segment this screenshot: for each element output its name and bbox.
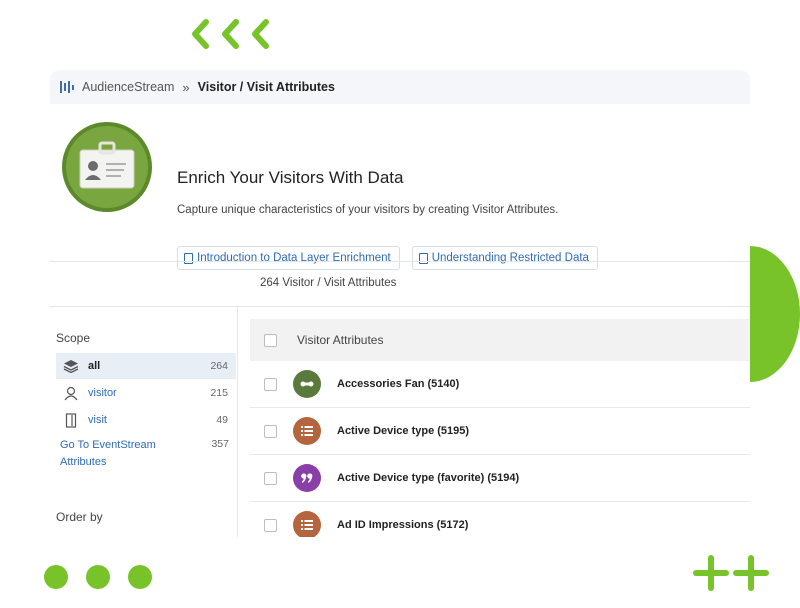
list-item[interactable]: Accessories Fan (5140) <box>250 361 750 408</box>
row-label: Active Device type (5195) <box>337 425 470 437</box>
breadcrumb-separator-icon: » <box>182 79 190 95</box>
attributes-list: Visitor Attributes Accessories Fan (5140… <box>250 319 750 537</box>
row-checkbox[interactable] <box>264 424 277 438</box>
row-label: Active Device type (favorite) (5194) <box>337 472 520 484</box>
scope-count: 264 <box>210 360 228 372</box>
chevrons-decoration-icon <box>192 19 269 49</box>
breadcrumb-app[interactable]: AudienceStream <box>82 80 174 94</box>
eventstream-count: 357 <box>211 438 229 450</box>
person-icon <box>62 386 80 401</box>
page-title: Enrich Your Visitors With Data <box>177 168 404 187</box>
scope-count: 215 <box>210 387 228 399</box>
badge-icon <box>293 370 321 398</box>
order-by-title: Order by <box>56 510 103 524</box>
list-icon <box>293 511 321 537</box>
row-checkbox[interactable] <box>264 377 277 391</box>
row-label: Accessories Fan (5140) <box>337 378 460 390</box>
attribute-count-bar: 264 Visitor / Visit Attributes <box>50 261 750 307</box>
half-circle-decoration-icon <box>750 246 800 382</box>
scope-item-all[interactable]: all 264 <box>56 353 236 379</box>
list-item[interactable]: Active Device type (5195) <box>250 408 750 455</box>
scope-count: 49 <box>216 414 228 426</box>
scope-item-visitor[interactable]: visitor 215 <box>56 380 236 406</box>
list-header-label: Visitor Attributes <box>297 333 384 347</box>
scope-label: visit <box>88 414 107 426</box>
quote-icon <box>293 464 321 492</box>
scope-item-visit[interactable]: visit 49 <box>56 407 236 433</box>
page-subtitle: Capture unique characteristics of your v… <box>177 204 559 216</box>
app-window: AudienceStream » Visitor / Visit Attribu… <box>50 70 750 537</box>
select-all-checkbox[interactable] <box>264 333 277 347</box>
audiencestream-logo-icon <box>60 81 74 93</box>
row-checkbox[interactable] <box>264 471 277 485</box>
scope-sidebar: Scope all 264 visitor 215 visit 49 Go To… <box>50 307 238 537</box>
attribute-count: 264 Visitor / Visit Attributes <box>260 277 397 289</box>
id-badge-icon <box>62 122 152 212</box>
scope-title: Scope <box>56 331 91 345</box>
hero-section: Enrich Your Visitors With Data Capture u… <box>50 104 750 270</box>
list-header: Visitor Attributes <box>250 319 750 361</box>
list-item[interactable]: Ad ID Impressions (5172) <box>250 502 750 537</box>
scope-label: all <box>88 360 101 372</box>
breadcrumb: AudienceStream » Visitor / Visit Attribu… <box>50 70 750 104</box>
row-checkbox[interactable] <box>264 518 277 532</box>
list-icon <box>293 417 321 445</box>
plus-decoration-icon <box>693 555 769 591</box>
layers-icon <box>62 359 80 373</box>
row-label: Ad ID Impressions (5172) <box>337 519 469 531</box>
eventstream-attributes-link[interactable]: Go To EventStream Attributes <box>60 437 180 471</box>
door-icon <box>62 412 80 428</box>
scope-label: visitor <box>88 387 117 399</box>
breadcrumb-current-page: Visitor / Visit Attributes <box>197 80 335 94</box>
dots-decoration-icon <box>44 565 152 589</box>
list-item[interactable]: Active Device type (favorite) (5194) <box>250 455 750 502</box>
